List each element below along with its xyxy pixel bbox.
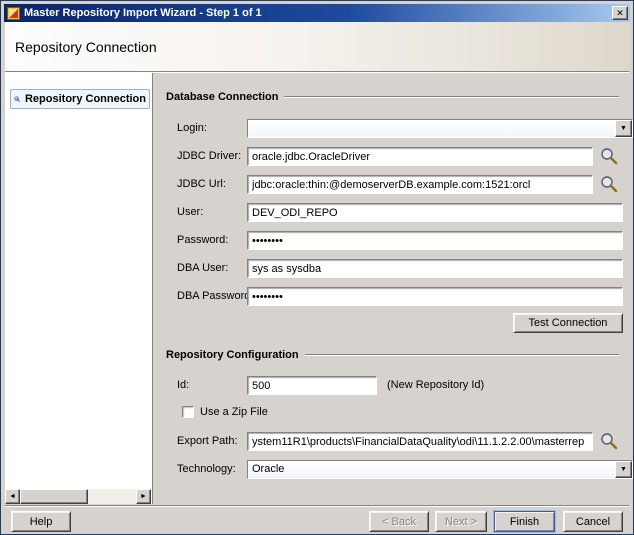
jdbc-driver-label: JDBC Driver: [177, 150, 241, 162]
dba-password-input[interactable] [247, 287, 623, 306]
database-connection-section-header: Database Connection [166, 91, 619, 103]
chevron-down-icon[interactable]: ▼ [615, 120, 632, 137]
jdbc-driver-input[interactable] [247, 147, 593, 166]
wizard-steps-panel: Repository Connection ◄ ► [5, 73, 153, 504]
sidebar-item-repository-connection[interactable]: Repository Connection [10, 89, 150, 109]
technology-combobox-value: Oracle [248, 461, 615, 478]
password-input[interactable] [247, 231, 623, 250]
user-input[interactable] [247, 203, 623, 222]
button-bar: Help < Back Next > Finish Cancel [5, 505, 629, 530]
use-zip-file-checkbox[interactable] [182, 406, 194, 418]
repository-id-input[interactable] [247, 376, 377, 395]
magnifier-step-icon [14, 92, 20, 106]
close-icon[interactable]: ✕ [612, 6, 628, 20]
page-title: Repository Connection [15, 39, 157, 55]
dba-user-label: DBA User: [177, 262, 228, 274]
export-path-input[interactable] [247, 432, 593, 451]
export-path-browse-icon[interactable] [600, 432, 618, 450]
back-button[interactable]: < Back [369, 511, 429, 532]
chevron-down-icon[interactable]: ▼ [615, 461, 632, 478]
user-label: User: [177, 206, 203, 218]
export-path-label: Export Path: [177, 435, 238, 447]
id-hint: (New Repository Id) [387, 379, 484, 391]
window-title: Master Repository Import Wizard - Step 1… [24, 7, 612, 19]
wizard-window: Master Repository Import Wizard - Step 1… [0, 0, 634, 535]
repository-configuration-section-header: Repository Configuration [166, 349, 619, 361]
jdbc-url-input[interactable] [247, 175, 593, 194]
jdbc-url-label: JDBC Url: [177, 178, 226, 190]
sidebar-item-label: Repository Connection [25, 93, 146, 105]
wizard-content: Database Connection Login: ▼ JDBC Driver… [154, 73, 629, 504]
login-label: Login: [177, 122, 207, 134]
title-bar[interactable]: Master Repository Import Wizard - Step 1… [4, 4, 630, 22]
jdbc-driver-search-icon[interactable] [600, 147, 618, 165]
scroll-left-icon[interactable]: ◄ [5, 489, 20, 504]
sidebar-horizontal-scrollbar[interactable]: ◄ ► [5, 489, 151, 504]
dba-user-input[interactable] [247, 259, 623, 278]
next-button[interactable]: Next > [435, 511, 487, 532]
cancel-button[interactable]: Cancel [563, 511, 623, 532]
password-label: Password: [177, 234, 228, 246]
section-title: Database Connection [166, 91, 278, 103]
app-icon [7, 7, 20, 20]
finish-button[interactable]: Finish [494, 511, 555, 532]
section-divider [284, 96, 619, 98]
technology-combobox[interactable]: Oracle ▼ [247, 460, 633, 479]
technology-label: Technology: [177, 463, 236, 475]
login-combobox-value [248, 120, 615, 137]
jdbc-url-search-icon[interactable] [600, 175, 618, 193]
scrollbar-thumb[interactable] [20, 489, 88, 504]
help-button[interactable]: Help [11, 511, 71, 532]
login-combobox[interactable]: ▼ [247, 119, 633, 138]
dba-password-label: DBA Password: [177, 290, 253, 302]
wizard-header: Repository Connection [5, 22, 629, 72]
use-zip-file-label: Use a Zip File [200, 406, 268, 418]
test-connection-button[interactable]: Test Connection [513, 313, 623, 333]
section-divider [305, 354, 619, 356]
id-label: Id: [177, 379, 189, 391]
section-title: Repository Configuration [166, 349, 299, 361]
scroll-right-icon[interactable]: ► [136, 489, 151, 504]
